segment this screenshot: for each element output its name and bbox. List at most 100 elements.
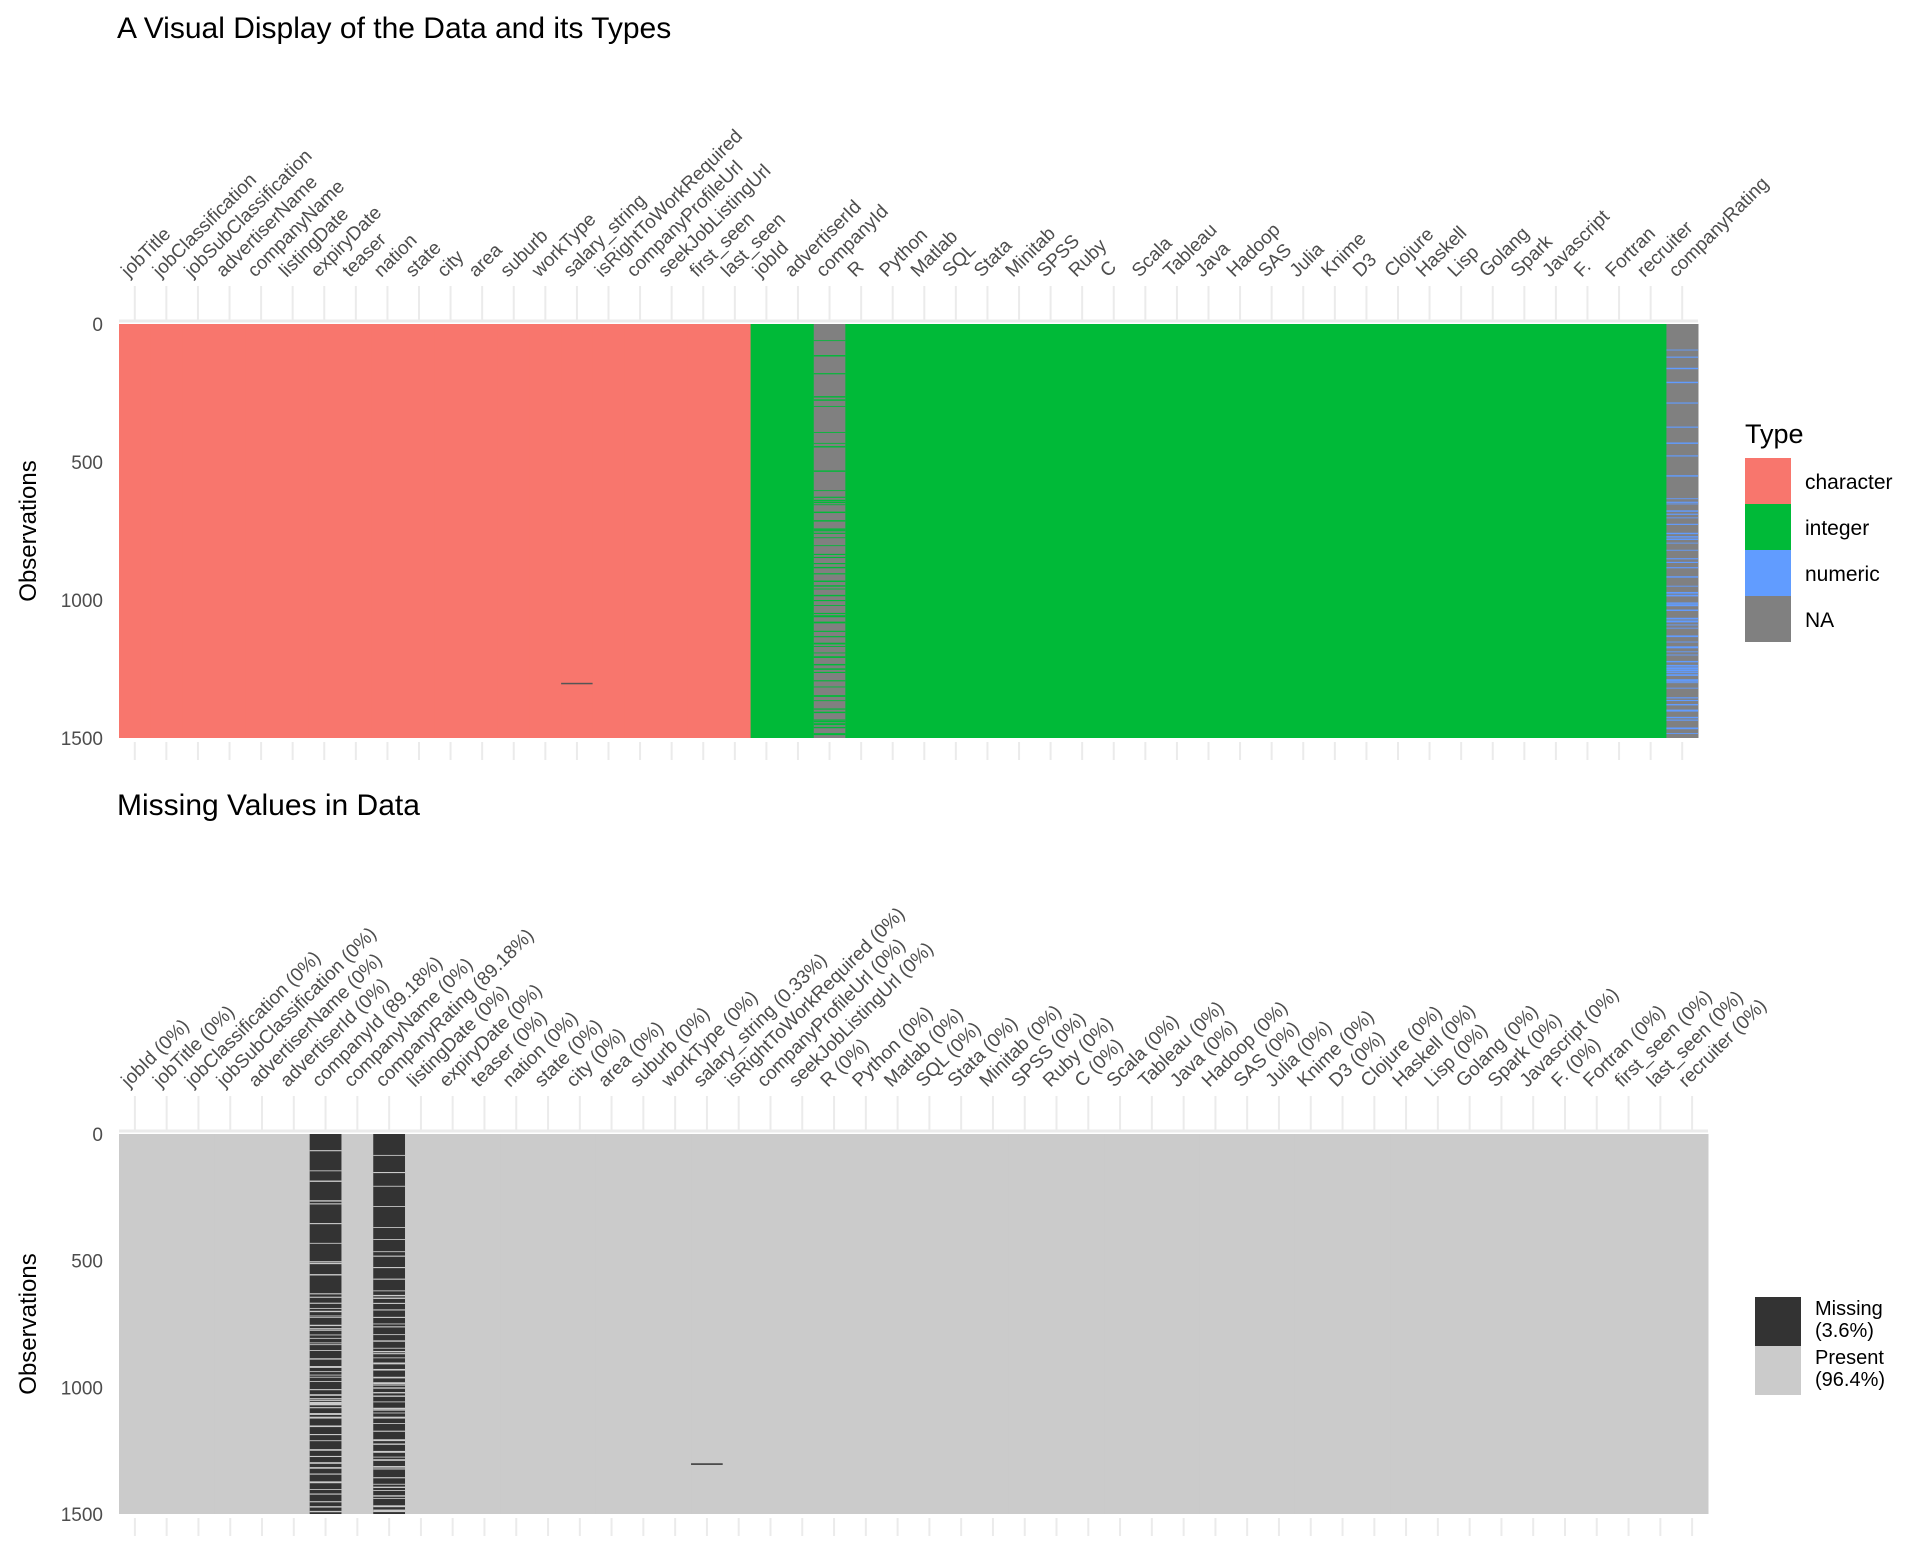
present-row-stripe [813,594,846,597]
present-row-stripe [1666,697,1698,699]
column-cell [750,324,783,738]
present-row-stripe [813,566,846,569]
present-row-stripe [309,1366,342,1368]
column-cell [371,324,404,738]
present-row-stripe [309,1242,342,1244]
column-cell [497,324,531,738]
present-row-stripe [309,1337,342,1339]
present-row-stripe [309,1462,342,1464]
present-row-stripe [1666,646,1698,649]
y-tick-label: 1000 [61,1378,103,1399]
column-cell [1034,324,1067,738]
column-cell [1167,1134,1201,1514]
legend-swatch-character [1745,458,1791,504]
column-cell [1135,1134,1169,1514]
present-row-stripe [1666,654,1698,656]
legend-label: integer [1805,517,1869,540]
column-cell [308,324,341,738]
column-cell [1413,324,1446,738]
legend-pct: (96.4%) [1815,1369,1885,1391]
column-cell [1097,324,1131,738]
legend-label: character [1805,471,1893,494]
present-row-stripe [1666,709,1698,712]
present-row-stripe [373,1401,406,1403]
present-row-stripe [1666,667,1698,670]
present-row-stripe [1666,651,1698,653]
present-row-stripe [1666,402,1698,404]
present-row-stripe [373,1316,406,1318]
present-row-stripe [373,1239,406,1240]
column-cell [246,1134,279,1514]
y-tick-label: 0 [92,1125,103,1146]
present-row-stripe [309,1376,342,1378]
present-row-stripe [373,1409,406,1411]
present-row-stripe [309,1180,342,1182]
present-row-stripe [309,1434,342,1436]
present-row-stripe [373,1255,406,1257]
column-cell [624,324,657,738]
present-row-stripe [309,1455,342,1458]
present-row-stripe [813,530,846,532]
legend-label: numeric [1805,563,1880,586]
present-row-stripe [813,520,846,522]
present-row-stripe [1666,627,1698,629]
present-row-stripe [373,1267,406,1269]
present-row-stripe [813,580,846,582]
present-row-stripe [309,1350,342,1351]
legend-swatch-na [1745,596,1791,642]
present-row-stripe [1666,732,1698,734]
present-row-stripe [813,671,846,674]
column-cell [277,1134,311,1514]
present-row-stripe [1666,558,1698,560]
chart-title: A Visual Display of the Data and its Typ… [117,12,671,45]
present-row-stripe [309,1307,342,1309]
present-row-stripe [309,1381,342,1382]
present-row-stripe [813,563,846,565]
column-cell [150,324,183,738]
column-cell [1263,1134,1296,1514]
present-row-stripe [373,1171,406,1174]
present-row-stripe [373,1392,406,1394]
present-row-stripe [1666,641,1698,643]
present-row-stripe [309,1488,342,1490]
legend-swatch-integer [1745,504,1791,550]
present-row-stripe [373,1323,406,1325]
present-row-stripe [309,1344,342,1346]
column-cell [1571,324,1604,738]
column-cell [977,1134,1010,1514]
column-cell [876,324,909,738]
present-row-stripe [373,1456,406,1458]
present-row-stripe [1666,703,1698,706]
y-tick-label: 1500 [61,1505,103,1526]
present-row-stripe [813,695,846,697]
column-cell [1231,1134,1264,1514]
present-row-stripe [1666,542,1698,544]
present-row-stripe [813,528,846,530]
present-row-stripe [309,1358,342,1360]
present-row-stripe [1666,672,1698,674]
column-cell [1580,1134,1614,1514]
present-row-stripe [373,1309,406,1311]
legend-title: Type [1745,419,1804,449]
present-row-stripe [373,1416,406,1419]
column-cell [592,324,625,738]
present-row-stripe [813,396,846,398]
column-cell [1224,324,1257,738]
present-row-stripe [1666,475,1698,477]
column-cell [405,1134,438,1514]
present-row-stripe [373,1334,406,1336]
column-cell [182,324,215,738]
y-tick-label: 500 [71,453,103,474]
column-cell [1603,324,1636,738]
column-cell [1287,324,1320,738]
present-row-stripe [373,1353,406,1355]
present-row-stripe [1666,617,1698,620]
present-row-stripe [373,1302,406,1304]
present-row-stripe [1666,503,1698,505]
present-row-stripe [813,723,846,726]
present-row-stripe [373,1505,406,1508]
column-cell [818,1134,851,1514]
present-row-stripe [373,1294,406,1297]
column-cell [213,324,246,738]
present-row-stripe [309,1329,342,1331]
